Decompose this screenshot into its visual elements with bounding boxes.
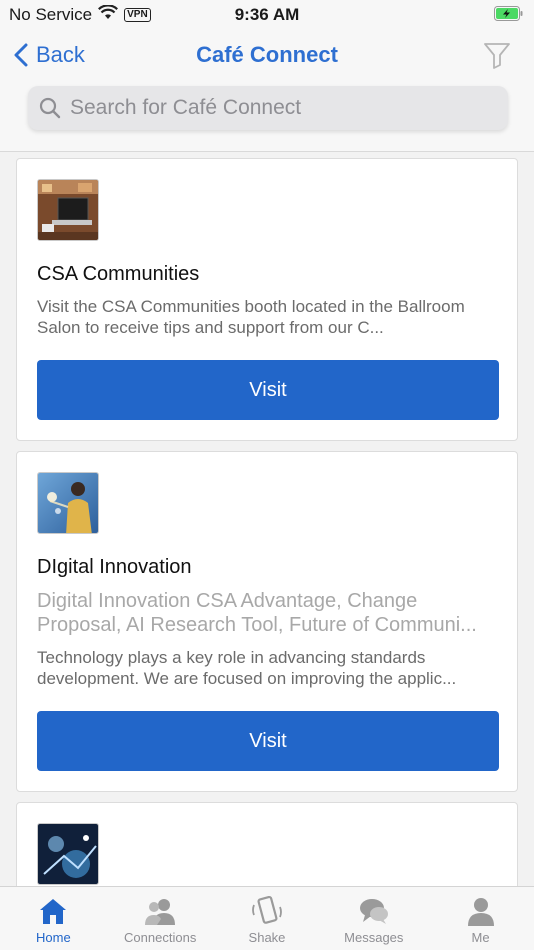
card-description: Visit the CSA Communities booth located … — [37, 297, 465, 337]
tab-bar: Home Connections Shake Messages Me — [0, 886, 534, 950]
card-csa-communities: CSA Communities Visit the CSA Communitie… — [16, 158, 518, 441]
filter-icon — [484, 43, 510, 69]
connections-icon — [145, 899, 176, 925]
card-digital-innovation: DIgital Innovation Digital Innovation CS… — [16, 451, 518, 792]
card-thumbnail — [37, 179, 99, 241]
card-title: DIgital Innovation — [37, 556, 192, 578]
tab-shake[interactable]: Shake — [214, 887, 321, 950]
tab-label: Messages — [344, 930, 404, 945]
card-description: Technology plays a key role in advancing… — [37, 648, 457, 688]
status-bar: No Service VPN 9:36 AM — [0, 0, 534, 30]
search-input[interactable] — [70, 96, 490, 120]
tab-label: Me — [471, 930, 490, 945]
tab-connections[interactable]: Connections — [107, 887, 214, 950]
home-icon — [40, 899, 67, 924]
tab-home[interactable]: Home — [0, 887, 107, 950]
messages-icon — [359, 899, 388, 924]
card-thumbnail — [37, 823, 99, 885]
tab-messages[interactable]: Messages — [320, 887, 427, 950]
person-icon — [467, 898, 494, 926]
card-thumbnail — [37, 472, 99, 534]
visit-button[interactable]: Visit — [37, 360, 499, 420]
tab-label: Shake — [248, 930, 286, 945]
card-title: CSA Communities — [37, 263, 200, 285]
page-title: Café Connect — [196, 42, 338, 67]
search-icon — [39, 97, 61, 119]
status-time: 9:36 AM — [234, 5, 300, 24]
filter-button[interactable] — [482, 40, 512, 70]
tab-label: Home — [36, 930, 71, 945]
card-subtitle: Digital Innovation CSA Advantage, Change… — [37, 590, 477, 636]
search-bar[interactable] — [28, 86, 508, 130]
nav-bar: Back Café Connect — [0, 30, 534, 152]
card-list: CSA Communities Visit the CSA Communitie… — [16, 158, 518, 886]
visit-button[interactable]: Visit — [37, 711, 499, 771]
battery-charging-icon — [494, 6, 524, 21]
tab-label: Connections — [124, 930, 197, 945]
shake-icon — [252, 895, 282, 924]
card-partial — [16, 802, 518, 886]
tab-me[interactable]: Me — [427, 887, 534, 950]
